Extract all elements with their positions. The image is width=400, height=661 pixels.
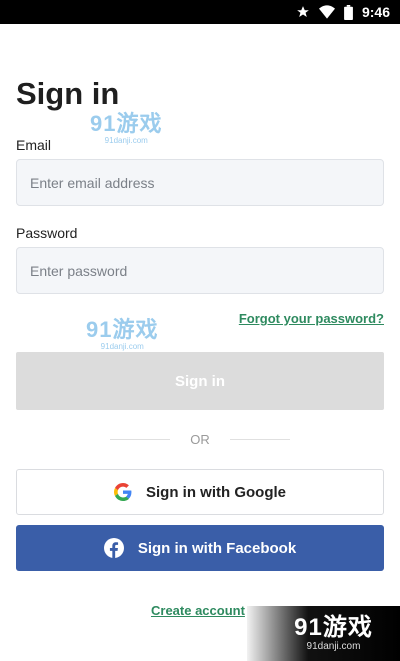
watermark-subtext: 91danji.com bbox=[104, 136, 148, 145]
password-input[interactable] bbox=[16, 247, 384, 294]
facebook-sign-in-button[interactable]: Sign in with Facebook bbox=[16, 525, 384, 571]
facebook-icon bbox=[103, 538, 124, 558]
wifi-icon bbox=[318, 5, 335, 19]
email-label: Email bbox=[16, 137, 52, 153]
watermark-text: 91游戏 bbox=[90, 111, 163, 136]
forgot-password-link[interactable]: Forgot your password? bbox=[239, 311, 384, 326]
google-button-label: Sign in with Google bbox=[146, 483, 286, 501]
email-input[interactable] bbox=[16, 159, 384, 206]
battery-icon bbox=[344, 4, 353, 20]
facebook-button-label: Sign in with Facebook bbox=[137, 539, 297, 557]
google-icon bbox=[114, 483, 132, 501]
divider-right bbox=[230, 439, 290, 440]
password-label: Password bbox=[16, 225, 78, 241]
corner-watermark-logo: 91游戏 91danji.com bbox=[247, 606, 400, 661]
watermark-text: 91游戏 bbox=[86, 317, 159, 342]
or-divider-text: OR bbox=[190, 432, 210, 447]
google-sign-in-button[interactable]: Sign in with Google bbox=[16, 469, 384, 515]
watermark-logo: 91游戏 91danji.com bbox=[90, 111, 163, 146]
star-icon bbox=[296, 5, 310, 19]
watermark-logo-2: 91游戏 91danji.com bbox=[86, 317, 159, 352]
corner-logo-text: 91游戏 bbox=[294, 614, 373, 641]
corner-logo-subtext: 91danji.com bbox=[306, 641, 361, 652]
create-account-link[interactable]: Create account bbox=[151, 603, 245, 618]
status-bar: 9:46 bbox=[0, 0, 400, 24]
page-title: Sign in bbox=[16, 76, 120, 111]
sign-in-button[interactable]: Sign in bbox=[16, 352, 384, 410]
watermark-subtext: 91danji.com bbox=[100, 342, 144, 351]
status-time: 9:46 bbox=[361, 4, 390, 20]
